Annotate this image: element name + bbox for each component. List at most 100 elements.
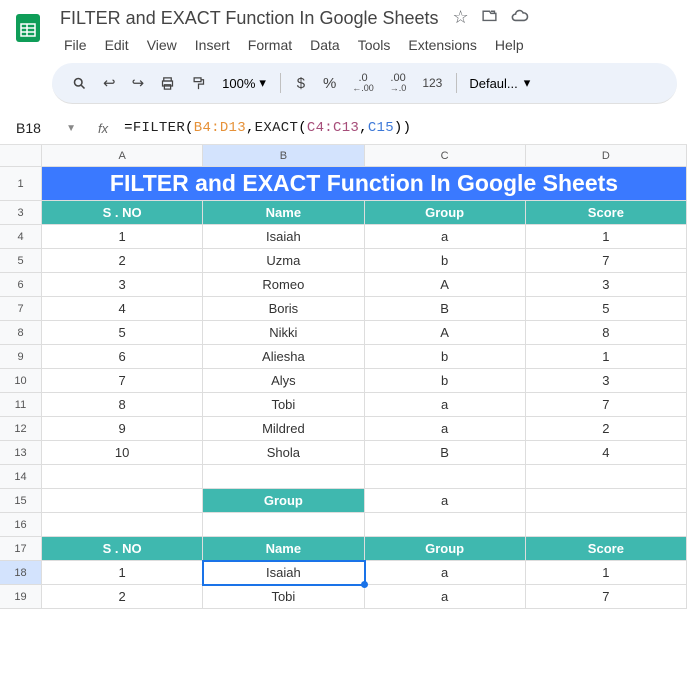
cell[interactable] [42, 513, 203, 537]
cell[interactable] [203, 513, 364, 537]
result-header-name[interactable]: Name [203, 537, 364, 561]
cell[interactable]: a [365, 393, 526, 417]
row-header[interactable]: 7 [0, 297, 42, 321]
cell[interactable]: A [365, 321, 526, 345]
cell[interactable]: 7 [526, 393, 687, 417]
search-icon[interactable] [66, 69, 93, 97]
cell[interactable] [526, 489, 687, 513]
cell[interactable] [365, 465, 526, 489]
cell[interactable]: 5 [42, 321, 203, 345]
result-header-sno[interactable]: S . NO [42, 537, 203, 561]
col-header-b[interactable]: B [203, 145, 364, 167]
cell[interactable]: 2 [42, 585, 203, 609]
cell[interactable]: 10 [42, 441, 203, 465]
row-header[interactable]: 11 [0, 393, 42, 417]
cell[interactable]: Tobi [203, 393, 364, 417]
cell[interactable] [526, 465, 687, 489]
cell[interactable]: Alys [203, 369, 364, 393]
move-icon[interactable] [481, 7, 498, 31]
row-header[interactable]: 12 [0, 417, 42, 441]
menu-edit[interactable]: Edit [97, 33, 137, 57]
increase-decimal-button[interactable]: .00→.0 [384, 69, 413, 97]
row-header[interactable]: 13 [0, 441, 42, 465]
percent-button[interactable]: % [317, 69, 342, 97]
cell[interactable]: b [365, 345, 526, 369]
cell[interactable]: Aliesha [203, 345, 364, 369]
row-header[interactable]: 5 [0, 249, 42, 273]
cell[interactable]: A [365, 273, 526, 297]
banner-cell[interactable]: FILTER and EXACT Function In Google Shee… [42, 167, 687, 201]
cell[interactable]: 1 [42, 225, 203, 249]
cell[interactable]: 6 [42, 345, 203, 369]
menu-extensions[interactable]: Extensions [400, 33, 484, 57]
row-header[interactable]: 16 [0, 513, 42, 537]
number-format-button[interactable]: 123 [416, 69, 448, 97]
cell[interactable]: 1 [526, 561, 687, 585]
cell[interactable]: Romeo [203, 273, 364, 297]
menu-tools[interactable]: Tools [350, 33, 399, 57]
cell[interactable] [42, 489, 203, 513]
row-header[interactable]: 10 [0, 369, 42, 393]
menu-data[interactable]: Data [302, 33, 348, 57]
font-dropdown[interactable]: Defaul... ▾ [465, 73, 534, 93]
filter-value[interactable]: a [365, 489, 526, 513]
cell[interactable] [42, 465, 203, 489]
paint-format-icon[interactable] [185, 69, 212, 97]
col-header-a[interactable]: A [42, 145, 203, 167]
row-header[interactable]: 17 [0, 537, 42, 561]
cloud-icon[interactable] [510, 7, 529, 31]
name-box[interactable]: B18▼ [10, 118, 82, 138]
decrease-decimal-button[interactable]: .0←.00 [346, 69, 380, 97]
row-header[interactable]: 14 [0, 465, 42, 489]
cell[interactable]: Uzma [203, 249, 364, 273]
sheets-logo[interactable] [8, 8, 48, 48]
cell[interactable]: Isaiah [203, 225, 364, 249]
col-header-c[interactable]: C [365, 145, 526, 167]
row-header[interactable]: 15 [0, 489, 42, 513]
cell[interactable]: a [365, 585, 526, 609]
cell[interactable]: a [365, 561, 526, 585]
row-header[interactable]: 8 [0, 321, 42, 345]
cell[interactable]: 9 [42, 417, 203, 441]
filter-label[interactable]: Group [203, 489, 364, 513]
row-header[interactable]: 9 [0, 345, 42, 369]
cell[interactable]: 1 [42, 561, 203, 585]
row-header[interactable]: 19 [0, 585, 42, 609]
header-score[interactable]: Score [526, 201, 687, 225]
cell[interactable]: Nikki [203, 321, 364, 345]
cell[interactable]: 3 [42, 273, 203, 297]
header-group[interactable]: Group [365, 201, 526, 225]
cell[interactable]: Shola [203, 441, 364, 465]
select-all-corner[interactable] [0, 145, 42, 167]
undo-icon[interactable]: ↩ [97, 69, 122, 97]
menu-file[interactable]: File [56, 33, 95, 57]
row-header[interactable]: 1 [0, 167, 42, 201]
cell[interactable]: 5 [526, 297, 687, 321]
cell[interactable]: 1 [526, 345, 687, 369]
header-sno[interactable]: S . NO [42, 201, 203, 225]
menu-view[interactable]: View [139, 33, 185, 57]
cell[interactable]: 2 [526, 417, 687, 441]
menu-format[interactable]: Format [240, 33, 300, 57]
row-header[interactable]: 6 [0, 273, 42, 297]
cell[interactable]: Boris [203, 297, 364, 321]
cell[interactable]: Mildred [203, 417, 364, 441]
cell[interactable]: 2 [42, 249, 203, 273]
formula-bar[interactable]: =FILTER(B4:D13,EXACT(C4:C13,C15)) [124, 120, 411, 136]
currency-button[interactable]: $ [289, 69, 313, 97]
cell[interactable]: B [365, 441, 526, 465]
cell[interactable] [365, 513, 526, 537]
cell[interactable] [526, 513, 687, 537]
result-header-score[interactable]: Score [526, 537, 687, 561]
cell[interactable]: 4 [42, 297, 203, 321]
selection-handle[interactable] [361, 581, 368, 588]
row-header[interactable]: 4 [0, 225, 42, 249]
print-icon[interactable] [154, 69, 181, 97]
cell[interactable]: 1 [526, 225, 687, 249]
result-header-group[interactable]: Group [365, 537, 526, 561]
cell[interactable]: b [365, 249, 526, 273]
cell[interactable]: 4 [526, 441, 687, 465]
redo-icon[interactable]: ↪ [126, 69, 151, 97]
cell[interactable]: B [365, 297, 526, 321]
menu-help[interactable]: Help [487, 33, 532, 57]
